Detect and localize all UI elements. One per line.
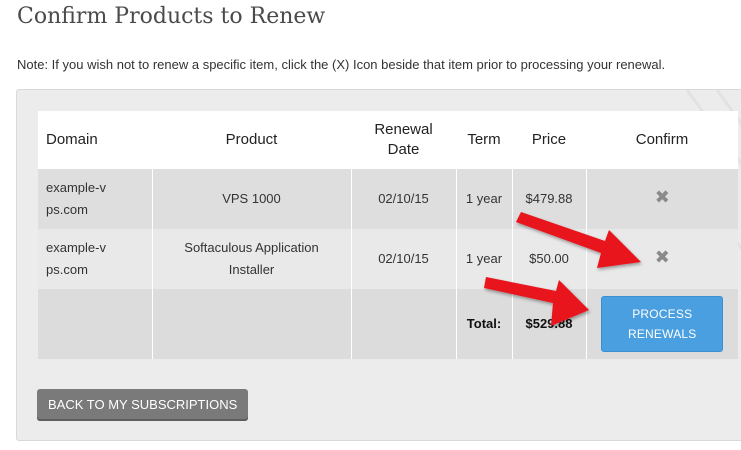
- total-label: Total:: [466, 316, 502, 331]
- total-value-cell: $529.88: [511, 289, 586, 359]
- row-product-text: Softaculous Application Installer: [184, 240, 319, 277]
- row-confirm: ✖: [585, 169, 738, 229]
- row-term: 1 year: [455, 169, 512, 229]
- total-empty-cell: [350, 289, 456, 359]
- total-value: $529.88: [525, 316, 573, 331]
- header-confirm: Confirm: [586, 111, 738, 169]
- header-domain: Domain: [38, 111, 152, 169]
- row-domain-text: example-vps.com: [46, 240, 106, 277]
- row-domain: example-vps.com: [38, 169, 152, 229]
- row-confirm: ✖: [585, 229, 738, 289]
- table-header-row: Domain Product Renewal Date Term Price C…: [38, 111, 738, 169]
- header-price: Price: [512, 111, 586, 169]
- close-x-icon[interactable]: ✖: [655, 188, 670, 206]
- row-price: $479.88: [511, 169, 586, 229]
- table-row: example-vps.com VPS 1000 02/10/15 1 year…: [38, 169, 738, 229]
- renewal-note: Note: If you wish not to renew a specifi…: [17, 57, 666, 72]
- row-renewal-date: 02/10/15: [350, 169, 456, 229]
- process-renewals-button[interactable]: PROCESS RENEWALS: [601, 296, 724, 352]
- row-domain-text: example-vps.com: [46, 180, 106, 217]
- row-renewal-date: 02/10/15: [350, 229, 456, 289]
- total-label-cell: Total:: [455, 289, 512, 359]
- row-product: Softaculous Application Installer: [151, 229, 351, 289]
- row-domain: example-vps.com: [38, 229, 152, 289]
- header-renewal-date-label: Renewal Date: [374, 121, 433, 158]
- total-empty-cell: [151, 289, 351, 359]
- process-cell: PROCESS RENEWALS: [585, 289, 738, 359]
- total-row: Total: $529.88 PROCESS RENEWALS: [38, 289, 738, 359]
- row-price: $50.00: [511, 229, 586, 289]
- renewal-panel: Domain Product Renewal Date Term Price C…: [16, 89, 741, 441]
- row-product: VPS 1000: [151, 169, 351, 229]
- header-renewal-date: Renewal Date: [351, 111, 456, 169]
- total-empty-cell: [38, 289, 152, 359]
- back-to-subscriptions-button[interactable]: BACK TO MY SUBSCRIPTIONS: [37, 389, 249, 421]
- header-product: Product: [152, 111, 351, 169]
- header-term: Term: [456, 111, 512, 169]
- renewal-table: Domain Product Renewal Date Term Price C…: [38, 111, 738, 359]
- close-x-icon[interactable]: ✖: [655, 248, 670, 266]
- row-term: 1 year: [455, 229, 512, 289]
- page-title: Confirm Products to Renew: [17, 4, 326, 29]
- table-row: example-vps.com Softaculous Application …: [38, 229, 738, 289]
